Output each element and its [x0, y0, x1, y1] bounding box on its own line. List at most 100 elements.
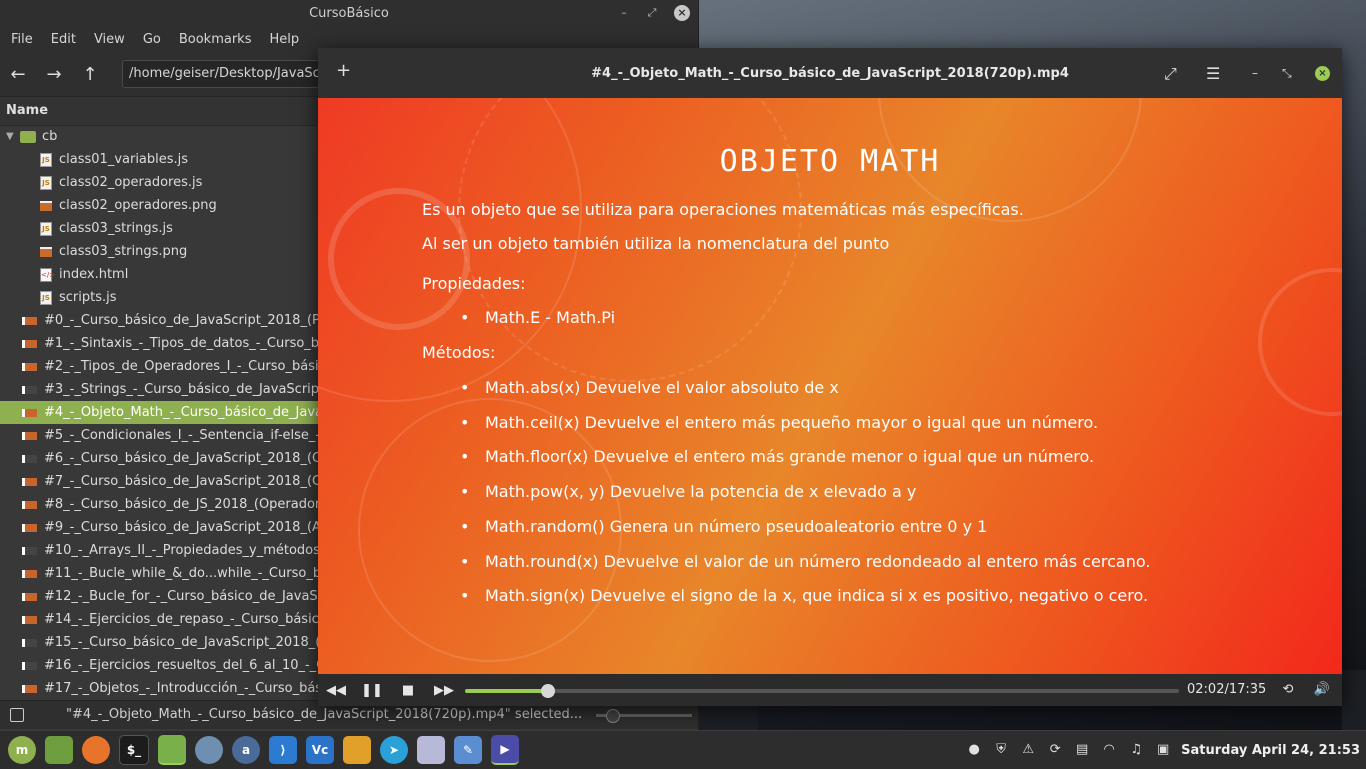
- telegram-icon[interactable]: ➤: [380, 736, 408, 764]
- minimize-icon[interactable]: –: [616, 5, 632, 21]
- up-arrow-icon[interactable]: ↑: [72, 64, 108, 85]
- rewind-icon[interactable]: ◀◀: [318, 683, 354, 698]
- video-file-icon: [22, 638, 37, 647]
- system-tray: ● ⛨ ⚠ ⟳ ▤ ◠ ♫ ▣ Saturday April 24, 21:53: [965, 731, 1366, 769]
- video-file-icon: [22, 523, 37, 532]
- bullet-icon: •: [460, 378, 470, 397]
- file-manager-icon[interactable]: [158, 735, 186, 765]
- seek-bar[interactable]: [465, 684, 1179, 698]
- drawing-icon[interactable]: [343, 736, 371, 764]
- update-icon[interactable]: ⟳: [1046, 741, 1064, 759]
- file-name: index.html: [59, 267, 129, 282]
- terminal-icon[interactable]: $_: [119, 735, 149, 765]
- slide-props-heading: Propiedades:: [422, 274, 526, 293]
- title-bar: CursoBásico – ⤢ ×: [0, 0, 698, 26]
- forward-arrow-icon[interactable]: →: [36, 64, 72, 85]
- video-file-icon: [22, 684, 37, 693]
- file-name: scripts.js: [59, 290, 117, 305]
- clock[interactable]: Saturday April 24, 21:53: [1181, 743, 1360, 758]
- zoom-slider-handle[interactable]: [606, 709, 620, 723]
- keyboard-flag-icon[interactable]: ▤: [1073, 741, 1091, 759]
- html-file-icon: </>: [40, 267, 55, 282]
- city-silhouette: [1342, 670, 1366, 730]
- js-file-icon: JS: [40, 290, 52, 305]
- file-name: #6_-_Curso_básico_de_JavaScript_2018_(Or…: [44, 451, 335, 466]
- slide-method-item: Math.pow(x, y) Devuelve la potencia de x…: [485, 482, 917, 502]
- slide-title: OBJETO MATH: [719, 144, 941, 179]
- player-title-bar: + #4_-_Objeto_Math_-_Curso_básico_de_Jav…: [318, 48, 1342, 98]
- file-name: #10_-_Arrays_II_-_Propiedades_y_métodos_…: [44, 543, 331, 558]
- shield-icon[interactable]: ⛨: [992, 741, 1010, 759]
- sidebar-toggle-icon[interactable]: [10, 708, 24, 722]
- music-icon[interactable]: ♫: [1127, 741, 1145, 759]
- volume-icon[interactable]: 🔊: [1304, 682, 1340, 697]
- menu-icon[interactable]: ☰: [1206, 64, 1220, 83]
- file-name: #4_-_Objeto_Math_-_Curso_básico_de_JavaS: [44, 405, 332, 420]
- vnc-icon[interactable]: Vc: [306, 736, 334, 764]
- mint-menu-icon[interactable]: m: [8, 736, 36, 764]
- slide-method-item: Math.sign(x) Devuelve el signo de la x, …: [485, 586, 1149, 606]
- repeat-icon[interactable]: ⟲: [1270, 682, 1306, 697]
- slide-intro-1: Es un objeto que se utiliza para operaci…: [422, 200, 1024, 219]
- video-file-icon: [22, 408, 37, 417]
- js-file-icon: JS: [40, 221, 52, 236]
- abiword-icon[interactable]: a: [232, 736, 260, 764]
- menu-view[interactable]: View: [85, 32, 134, 47]
- file-name: class03_strings.js: [59, 221, 173, 236]
- video-file-icon: [22, 661, 37, 670]
- video-file-icon: [22, 454, 37, 463]
- firefox-icon[interactable]: [82, 736, 110, 764]
- chromium-icon[interactable]: [195, 736, 223, 764]
- video-file-icon: [22, 385, 37, 394]
- maximize-icon[interactable]: ⤢: [644, 5, 660, 21]
- bullet-icon: •: [460, 412, 470, 432]
- file-name: #7_-_Curso_básico_de_JavaScript_2018_(Co…: [44, 474, 335, 489]
- file-name: class01_variables.js: [59, 152, 189, 167]
- stop-icon[interactable]: ■: [390, 683, 426, 698]
- file-name: #12_-_Bucle_for_-_Curso_básico_de_JavaSc…: [44, 589, 331, 604]
- file-name: #14_-_Ejercicios_de_repaso_-_Curso_básic…: [44, 612, 341, 627]
- files-icon[interactable]: [45, 736, 73, 764]
- expander-icon[interactable]: ▼: [6, 125, 20, 148]
- add-icon[interactable]: +: [336, 60, 351, 81]
- wifi-icon[interactable]: ◠: [1100, 741, 1118, 759]
- close-icon[interactable]: ×: [674, 5, 690, 21]
- video-file-icon: [22, 316, 37, 325]
- video-frame[interactable]: OBJETO MATH Es un objeto que se utiliza …: [318, 98, 1342, 674]
- close-icon[interactable]: ×: [1315, 66, 1330, 81]
- menu-file[interactable]: File: [2, 32, 42, 47]
- chat-icon[interactable]: ●: [965, 741, 983, 759]
- vscode-icon[interactable]: ⟩: [269, 736, 297, 764]
- slide-method-item: Math.ceil(x) Devuelve el entero más pequ…: [485, 412, 1099, 432]
- fast-forward-icon[interactable]: ▶▶: [426, 683, 462, 698]
- clipboard-icon[interactable]: ▣: [1154, 741, 1172, 759]
- back-arrow-icon[interactable]: ←: [0, 64, 36, 85]
- time-display: 02:02/17:35: [1187, 682, 1267, 697]
- decor-ring: [1258, 268, 1342, 416]
- fullscreen-icon[interactable]: ⤢: [1164, 64, 1177, 84]
- playback-controls: ◀◀ ❚❚ ■ ▶▶ 02:02/17:35 ⟲ 🔊: [318, 674, 1342, 706]
- video-player-icon[interactable]: ▶: [491, 735, 519, 765]
- menu-bookmarks[interactable]: Bookmarks: [170, 32, 261, 47]
- menu-edit[interactable]: Edit: [42, 32, 85, 47]
- pause-icon[interactable]: ❚❚: [354, 683, 390, 698]
- slide-method-item: Math.abs(x) Devuelve el valor absoluto d…: [485, 378, 839, 397]
- warning-icon[interactable]: ⚠: [1019, 741, 1037, 759]
- video-file-icon: [22, 592, 37, 601]
- restore-icon[interactable]: ⤡: [1282, 66, 1292, 81]
- menu-help[interactable]: Help: [260, 32, 308, 47]
- menu-go[interactable]: Go: [134, 32, 170, 47]
- file-name: class02_operadores.js: [59, 175, 203, 190]
- notes-icon[interactable]: [417, 736, 445, 764]
- text-editor-icon[interactable]: ✎: [454, 736, 482, 764]
- file-name: #2_-_Tipos_de_Operadores_I_-_Curso_básic…: [44, 359, 334, 374]
- file-name: #8_-_Curso_básico_de_JS_2018_(Operador_T: [44, 497, 335, 512]
- bullet-icon: •: [460, 308, 470, 327]
- slide-method-item: Math.random() Genera un número pseudoale…: [485, 516, 988, 536]
- file-name: #17_-_Objetos_-_Introducción_-_Curso_bás…: [44, 681, 333, 696]
- file-name: #0_-_Curso_básico_de_JavaScript_2018_(Pr…: [44, 313, 333, 328]
- seek-handle[interactable]: [540, 684, 555, 698]
- minimize-icon[interactable]: –: [1252, 66, 1258, 80]
- slide-prop-item: Math.E - Math.Pi: [485, 308, 616, 327]
- bullet-icon: •: [460, 516, 470, 536]
